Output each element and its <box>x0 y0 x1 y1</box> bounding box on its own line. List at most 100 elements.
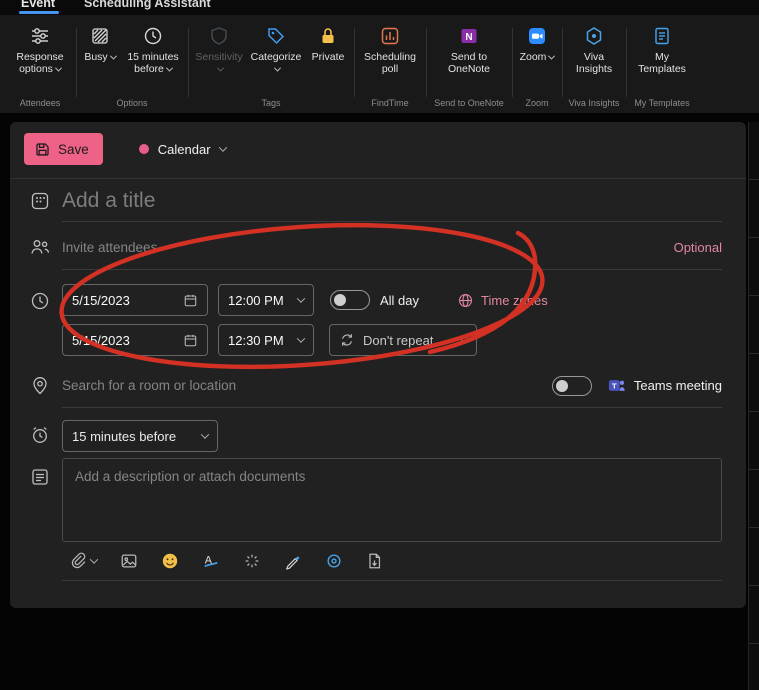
description-icon <box>28 466 52 488</box>
optional-attendees-link[interactable]: Optional <box>674 240 722 255</box>
highlighter-pen-button[interactable] <box>284 552 302 570</box>
categorize-label: Categorize <box>250 51 302 63</box>
response-options-label: Response options <box>16 51 64 76</box>
description-placeholder: Add a description or attach documents <box>75 469 306 484</box>
viva-insights-button[interactable]: Viva Insights <box>565 18 623 78</box>
scheduling-poll-icon <box>379 23 401 48</box>
location-pin-icon <box>28 374 52 396</box>
chevron-down-icon <box>218 143 227 152</box>
scheduling-poll-button[interactable]: Scheduling poll <box>357 18 423 78</box>
background-calendar-strip <box>748 122 759 690</box>
header-divider <box>10 178 746 179</box>
ribbon-group-label-findtime: FindTime <box>371 98 409 108</box>
chevron-down-icon <box>200 430 210 439</box>
ribbon-group-label-onenote: Send to OneNote <box>434 98 504 108</box>
ribbon-group-label-viva: Viva Insights <box>568 98 620 108</box>
tab-scheduling-assistant[interactable]: Scheduling Assistant <box>84 0 211 10</box>
zoom-label: Zoom <box>519 51 547 63</box>
start-date-value: 5/15/2023 <box>72 292 130 308</box>
location-field[interactable]: Search for a room or location T Teams me… <box>62 364 722 408</box>
start-time-value: 12:00 PM <box>228 292 284 308</box>
all-day-label: All day <box>380 292 420 308</box>
location-placeholder: Search for a room or location <box>62 378 237 393</box>
ribbon-group-templates: My Templates My Templates <box>626 18 698 113</box>
ribbon: Response options Attendees Busy 15 minut… <box>0 15 759 113</box>
toggle-knob <box>334 294 346 306</box>
end-date-value: 5/15/2023 <box>72 332 130 348</box>
ribbon-group-label-options: Options <box>116 98 148 108</box>
outlook-new-event-window: { "tabs": { "event": "Event", "schedulin… <box>0 0 759 690</box>
busy-status-button[interactable]: Busy <box>79 18 121 65</box>
my-templates-icon <box>651 23 673 48</box>
event-compose-panel: Save Calendar Add a title Invite attende… <box>10 122 746 608</box>
calendar-selector-label: Calendar <box>157 141 211 157</box>
busy-status-label: Busy <box>84 51 108 63</box>
teams-meeting-label: Teams meeting <box>633 378 722 393</box>
paperclip-icon <box>70 552 86 570</box>
sensitivity-button[interactable]: Sensitivity <box>191 18 247 78</box>
alarm-icon <box>28 424 52 446</box>
datepicker-calendar-icon <box>183 333 198 348</box>
viva-insights-icon <box>583 23 605 48</box>
brightness-button[interactable] <box>243 552 261 570</box>
reminder-dropdown[interactable]: 15 minutes before <box>62 420 218 452</box>
save-icon <box>34 141 51 158</box>
reminder-clock-icon <box>142 23 164 48</box>
ribbon-group-label-zoom: Zoom <box>525 98 549 108</box>
busy-status-icon <box>89 23 111 48</box>
reminder-value: 15 minutes before <box>72 428 177 444</box>
toggle-knob <box>555 379 568 392</box>
reminder-row: 15 minutes before <box>62 418 722 454</box>
categorize-button[interactable]: Categorize <box>247 18 305 78</box>
font-color-button[interactable]: A <box>202 552 220 570</box>
reminder-ribbon-button[interactable]: 15 minutes before <box>121 18 185 78</box>
emoji-button[interactable] <box>161 552 179 570</box>
title-placeholder: Add a title <box>62 188 156 212</box>
ribbon-group-attendees: Response options Attendees <box>4 18 77 113</box>
ribbon-group-zoom: Zoom Zoom <box>512 18 563 113</box>
zoom-icon <box>526 23 548 48</box>
editor-toolbar: A <box>62 542 722 581</box>
title-field[interactable]: Add a title <box>62 180 722 222</box>
globe-icon <box>457 292 474 309</box>
save-button[interactable]: Save <box>24 133 103 165</box>
calendar-selector[interactable]: Calendar <box>138 141 227 157</box>
time-zones-label: Time zones <box>481 292 548 308</box>
categorize-tag-icon <box>265 23 287 48</box>
private-lock-icon <box>317 23 339 48</box>
ribbon-group-tags: Sensitivity Categorize Private Tags <box>188 18 355 113</box>
end-time-dropdown[interactable]: 12:30 PM <box>218 324 314 356</box>
send-to-onenote-button[interactable]: N Send to OneNote <box>429 18 509 78</box>
response-options-button[interactable]: Response options <box>7 18 73 78</box>
attendees-field[interactable]: Invite attendees Optional <box>62 226 722 270</box>
datepicker-calendar-icon <box>183 293 198 308</box>
ribbon-group-options: Busy 15 minutes before Options <box>76 18 189 113</box>
chevron-down-icon <box>54 64 62 72</box>
onenote-icon: N <box>458 23 480 48</box>
repeat-dropdown[interactable]: Don't repeat <box>329 324 477 356</box>
private-button[interactable]: Private <box>305 18 351 65</box>
tab-event[interactable]: Event <box>21 0 55 10</box>
chevron-down-icon <box>216 64 225 72</box>
my-templates-button[interactable]: My Templates <box>629 18 695 78</box>
chevron-down-icon <box>548 52 556 60</box>
end-date-input[interactable]: 5/15/2023 <box>62 324 208 356</box>
attach-file-button[interactable] <box>70 552 99 570</box>
start-date-input[interactable]: 5/15/2023 <box>62 284 208 316</box>
chevron-down-icon <box>296 294 306 303</box>
insert-image-button[interactable] <box>120 552 138 570</box>
ribbon-group-label-tags: Tags <box>261 98 281 108</box>
chevron-down-icon <box>459 334 469 343</box>
chevron-down-icon <box>273 64 282 72</box>
description-editor[interactable]: Add a description or attach documents <box>62 458 722 542</box>
time-zones-link[interactable]: Time zones <box>457 292 548 309</box>
loop-component-button[interactable] <box>325 552 343 570</box>
zoom-button[interactable]: Zoom <box>515 18 559 65</box>
insert-document-button[interactable] <box>366 552 383 570</box>
teams-meeting-toggle[interactable] <box>551 375 592 396</box>
start-time-dropdown[interactable]: 12:00 PM <box>218 284 314 316</box>
svg-text:N: N <box>465 32 472 43</box>
attendees-icon <box>28 236 52 258</box>
chevron-down-icon <box>89 555 99 564</box>
all-day-toggle[interactable] <box>330 290 370 310</box>
